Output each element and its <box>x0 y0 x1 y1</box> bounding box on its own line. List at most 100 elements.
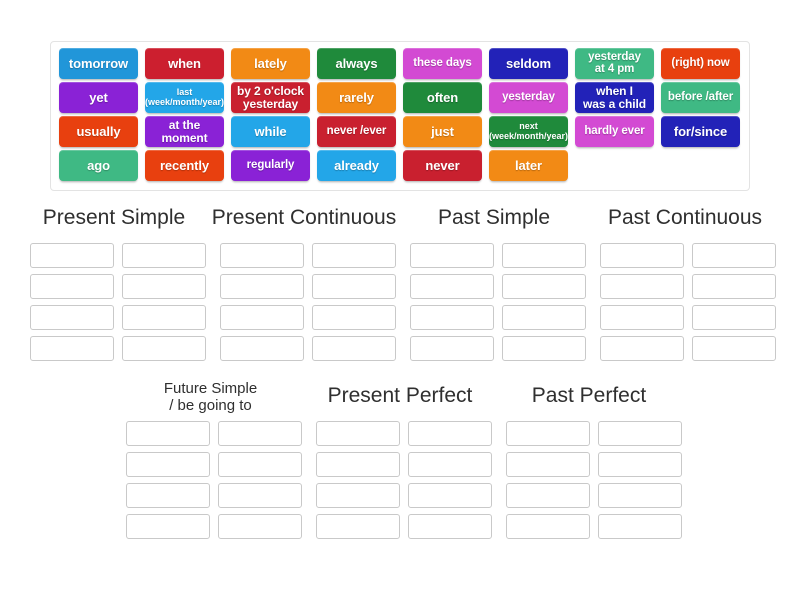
category-title-past-perfect: Past Perfect <box>531 384 647 407</box>
word-tile[interactable]: usually <box>59 116 138 147</box>
word-tile[interactable]: ago <box>59 150 138 181</box>
answer-slot[interactable] <box>600 243 684 268</box>
answer-slot[interactable] <box>122 243 206 268</box>
answer-slot[interactable] <box>408 452 492 477</box>
answer-slot[interactable] <box>122 336 206 361</box>
word-tile[interactable]: tomorrow <box>59 48 138 79</box>
word-tile[interactable]: last (week/month/year) <box>145 82 224 113</box>
slot-group-past-continuous <box>600 243 776 361</box>
answer-slot[interactable] <box>692 305 776 330</box>
word-tile[interactable]: always <box>317 48 396 79</box>
word-tile[interactable]: rarely <box>317 82 396 113</box>
word-tile[interactable]: (right) now <box>661 48 740 79</box>
word-tile[interactable]: seldom <box>489 48 568 79</box>
answer-slot[interactable] <box>312 305 396 330</box>
answer-slot[interactable] <box>600 274 684 299</box>
answer-slot[interactable] <box>122 305 206 330</box>
answer-slot[interactable] <box>502 243 586 268</box>
word-tile[interactable]: for/since <box>661 116 740 147</box>
word-tile[interactable]: never <box>403 150 482 181</box>
answer-slot[interactable] <box>30 243 114 268</box>
answer-slot[interactable] <box>408 514 492 539</box>
answer-slot[interactable] <box>312 274 396 299</box>
answer-slot[interactable] <box>502 305 586 330</box>
word-tile[interactable]: these days <box>403 48 482 79</box>
word-tile[interactable]: recently <box>145 150 224 181</box>
word-tile[interactable]: when <box>145 48 224 79</box>
word-tile[interactable]: lately <box>231 48 310 79</box>
tile-row: usually at the moment while never /ever … <box>56 116 744 149</box>
answer-slot[interactable] <box>220 243 304 268</box>
answer-slot[interactable] <box>316 452 400 477</box>
answer-slot[interactable] <box>316 483 400 508</box>
word-tile[interactable]: when I was a child <box>575 82 654 113</box>
slot-group-future-simple <box>126 421 302 539</box>
answer-slot[interactable] <box>220 274 304 299</box>
answer-slot[interactable] <box>408 483 492 508</box>
word-tile[interactable]: by 2 o'clock yesterday <box>231 82 310 113</box>
slot-group-past-simple <box>410 243 586 361</box>
answer-slot[interactable] <box>312 336 396 361</box>
activity-page: tomorrow when lately always these days s… <box>0 0 800 600</box>
answer-slot[interactable] <box>30 274 114 299</box>
answer-slot[interactable] <box>600 305 684 330</box>
tile-row: ago recently regularly already never lat… <box>56 150 744 183</box>
answer-slot[interactable] <box>218 421 302 446</box>
word-tile[interactable]: often <box>403 82 482 113</box>
answer-slot[interactable] <box>220 305 304 330</box>
answer-slot[interactable] <box>506 452 590 477</box>
answer-slot[interactable] <box>410 274 494 299</box>
word-tile[interactable]: while <box>231 116 310 147</box>
answer-slot[interactable] <box>316 421 400 446</box>
word-tile[interactable]: later <box>489 150 568 181</box>
slot-group-present-perfect <box>316 421 492 539</box>
answer-slot[interactable] <box>312 243 396 268</box>
answer-slot[interactable] <box>126 452 210 477</box>
answer-slot[interactable] <box>410 305 494 330</box>
answer-slot[interactable] <box>598 514 682 539</box>
word-tile[interactable]: before /after <box>661 82 740 113</box>
word-tile[interactable]: never /ever <box>317 116 396 147</box>
answer-slot[interactable] <box>502 274 586 299</box>
word-tile[interactable]: next (week/month/year) <box>489 116 568 147</box>
answer-slot[interactable] <box>506 483 590 508</box>
answer-slot[interactable] <box>126 514 210 539</box>
word-tile[interactable]: hardly ever <box>575 116 654 147</box>
answer-slot[interactable] <box>598 483 682 508</box>
answer-slot[interactable] <box>218 483 302 508</box>
answer-slot[interactable] <box>506 421 590 446</box>
word-tile[interactable]: at the moment <box>145 116 224 147</box>
answer-slot[interactable] <box>408 421 492 446</box>
answer-slot[interactable] <box>692 243 776 268</box>
answer-slot[interactable] <box>410 243 494 268</box>
category-title-past-simple: Past Simple <box>437 206 551 229</box>
answer-slot[interactable] <box>30 336 114 361</box>
word-tile[interactable]: just <box>403 116 482 147</box>
word-tile[interactable]: already <box>317 150 396 181</box>
answer-slot[interactable] <box>126 483 210 508</box>
tile-row: yet last (week/month/year) by 2 o'clock … <box>56 82 744 115</box>
word-tile-empty-slot <box>661 150 740 181</box>
answer-slot[interactable] <box>600 336 684 361</box>
answer-slot[interactable] <box>598 421 682 446</box>
answer-slot[interactable] <box>218 452 302 477</box>
answer-slot[interactable] <box>692 274 776 299</box>
answer-slot[interactable] <box>502 336 586 361</box>
answer-slot[interactable] <box>316 514 400 539</box>
answer-slot[interactable] <box>220 336 304 361</box>
answer-slot[interactable] <box>506 514 590 539</box>
answer-slot[interactable] <box>126 421 210 446</box>
word-tile[interactable]: yesterday <box>489 82 568 113</box>
answer-slot[interactable] <box>218 514 302 539</box>
answer-slot[interactable] <box>30 305 114 330</box>
answer-slot[interactable] <box>410 336 494 361</box>
answer-slot[interactable] <box>122 274 206 299</box>
word-tile[interactable]: yesterday at 4 pm <box>575 48 654 79</box>
slot-group-present-simple <box>30 243 206 361</box>
word-tiles-tray: tomorrow when lately always these days s… <box>50 41 750 191</box>
word-tile[interactable]: regularly <box>231 150 310 181</box>
answer-slot[interactable] <box>598 452 682 477</box>
word-tile[interactable]: yet <box>59 82 138 113</box>
category-title-present-simple: Present Simple <box>42 206 186 229</box>
answer-slot[interactable] <box>692 336 776 361</box>
